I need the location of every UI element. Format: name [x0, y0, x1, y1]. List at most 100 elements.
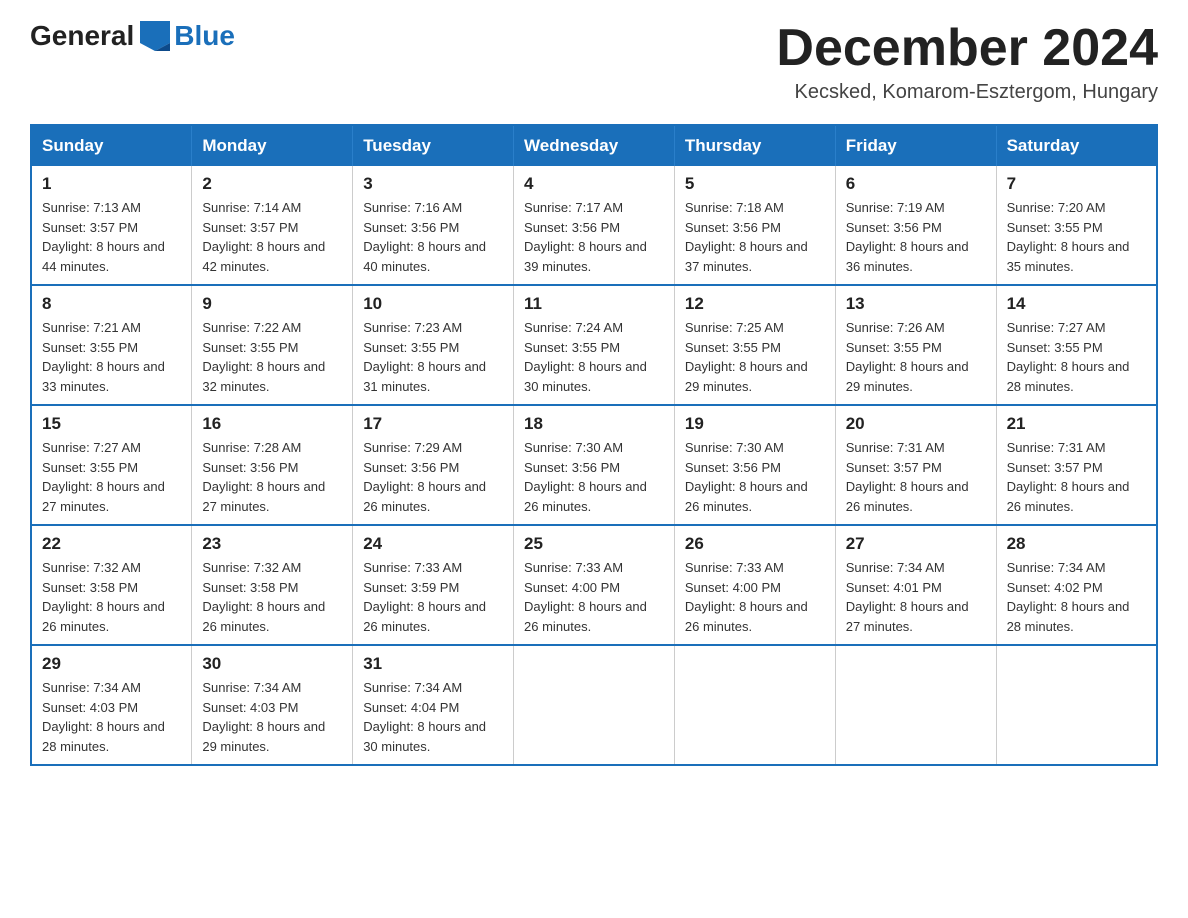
day-cell: 21 Sunrise: 7:31 AMSunset: 3:57 PMDaylig… [996, 405, 1157, 525]
day-number: 18 [524, 414, 664, 434]
week-row-5: 29 Sunrise: 7:34 AMSunset: 4:03 PMDaylig… [31, 645, 1157, 765]
day-info: Sunrise: 7:24 AMSunset: 3:55 PMDaylight:… [524, 320, 647, 394]
day-number: 3 [363, 174, 503, 194]
day-cell: 25 Sunrise: 7:33 AMSunset: 4:00 PMDaylig… [514, 525, 675, 645]
day-number: 28 [1007, 534, 1146, 554]
day-cell: 24 Sunrise: 7:33 AMSunset: 3:59 PMDaylig… [353, 525, 514, 645]
day-cell: 4 Sunrise: 7:17 AMSunset: 3:56 PMDayligh… [514, 166, 675, 285]
day-info: Sunrise: 7:18 AMSunset: 3:56 PMDaylight:… [685, 200, 808, 274]
calendar-table: Sunday Monday Tuesday Wednesday Thursday… [30, 124, 1158, 766]
day-info: Sunrise: 7:27 AMSunset: 3:55 PMDaylight:… [1007, 320, 1130, 394]
day-cell: 22 Sunrise: 7:32 AMSunset: 3:58 PMDaylig… [31, 525, 192, 645]
col-wednesday: Wednesday [514, 125, 675, 166]
day-info: Sunrise: 7:33 AMSunset: 3:59 PMDaylight:… [363, 560, 486, 634]
day-info: Sunrise: 7:16 AMSunset: 3:56 PMDaylight:… [363, 200, 486, 274]
day-cell: 15 Sunrise: 7:27 AMSunset: 3:55 PMDaylig… [31, 405, 192, 525]
day-cell: 20 Sunrise: 7:31 AMSunset: 3:57 PMDaylig… [835, 405, 996, 525]
day-number: 9 [202, 294, 342, 314]
day-cell [514, 645, 675, 765]
day-number: 1 [42, 174, 181, 194]
day-info: Sunrise: 7:23 AMSunset: 3:55 PMDaylight:… [363, 320, 486, 394]
logo-text-general: General [30, 20, 134, 52]
day-number: 29 [42, 654, 181, 674]
day-cell: 16 Sunrise: 7:28 AMSunset: 3:56 PMDaylig… [192, 405, 353, 525]
header-row: Sunday Monday Tuesday Wednesday Thursday… [31, 125, 1157, 166]
day-info: Sunrise: 7:33 AMSunset: 4:00 PMDaylight:… [685, 560, 808, 634]
col-sunday: Sunday [31, 125, 192, 166]
day-cell [835, 645, 996, 765]
col-saturday: Saturday [996, 125, 1157, 166]
subtitle: Kecsked, Komarom-Esztergom, Hungary [776, 81, 1158, 104]
day-cell: 10 Sunrise: 7:23 AMSunset: 3:55 PMDaylig… [353, 285, 514, 405]
day-info: Sunrise: 7:17 AMSunset: 3:56 PMDaylight:… [524, 200, 647, 274]
day-number: 7 [1007, 174, 1146, 194]
day-number: 4 [524, 174, 664, 194]
week-row-1: 1 Sunrise: 7:13 AMSunset: 3:57 PMDayligh… [31, 166, 1157, 285]
day-info: Sunrise: 7:26 AMSunset: 3:55 PMDaylight:… [846, 320, 969, 394]
logo-icon [140, 21, 170, 51]
logo: General Blue [30, 20, 235, 52]
day-info: Sunrise: 7:25 AMSunset: 3:55 PMDaylight:… [685, 320, 808, 394]
day-number: 11 [524, 294, 664, 314]
day-cell: 5 Sunrise: 7:18 AMSunset: 3:56 PMDayligh… [674, 166, 835, 285]
day-cell: 23 Sunrise: 7:32 AMSunset: 3:58 PMDaylig… [192, 525, 353, 645]
day-info: Sunrise: 7:32 AMSunset: 3:58 PMDaylight:… [42, 560, 165, 634]
day-cell: 8 Sunrise: 7:21 AMSunset: 3:55 PMDayligh… [31, 285, 192, 405]
day-number: 17 [363, 414, 503, 434]
day-info: Sunrise: 7:19 AMSunset: 3:56 PMDaylight:… [846, 200, 969, 274]
day-cell: 29 Sunrise: 7:34 AMSunset: 4:03 PMDaylig… [31, 645, 192, 765]
col-thursday: Thursday [674, 125, 835, 166]
logo-text-blue: Blue [174, 20, 235, 51]
day-number: 8 [42, 294, 181, 314]
day-info: Sunrise: 7:27 AMSunset: 3:55 PMDaylight:… [42, 440, 165, 514]
title-area: December 2024 Kecsked, Komarom-Esztergom… [776, 20, 1158, 104]
day-number: 2 [202, 174, 342, 194]
day-info: Sunrise: 7:21 AMSunset: 3:55 PMDaylight:… [42, 320, 165, 394]
day-cell: 6 Sunrise: 7:19 AMSunset: 3:56 PMDayligh… [835, 166, 996, 285]
day-cell: 7 Sunrise: 7:20 AMSunset: 3:55 PMDayligh… [996, 166, 1157, 285]
day-info: Sunrise: 7:34 AMSunset: 4:02 PMDaylight:… [1007, 560, 1130, 634]
day-cell: 9 Sunrise: 7:22 AMSunset: 3:55 PMDayligh… [192, 285, 353, 405]
week-row-2: 8 Sunrise: 7:21 AMSunset: 3:55 PMDayligh… [31, 285, 1157, 405]
day-info: Sunrise: 7:34 AMSunset: 4:03 PMDaylight:… [202, 680, 325, 754]
day-number: 6 [846, 174, 986, 194]
day-info: Sunrise: 7:20 AMSunset: 3:55 PMDaylight:… [1007, 200, 1130, 274]
col-monday: Monday [192, 125, 353, 166]
calendar-header: Sunday Monday Tuesday Wednesday Thursday… [31, 125, 1157, 166]
day-info: Sunrise: 7:34 AMSunset: 4:04 PMDaylight:… [363, 680, 486, 754]
day-cell: 17 Sunrise: 7:29 AMSunset: 3:56 PMDaylig… [353, 405, 514, 525]
day-number: 10 [363, 294, 503, 314]
col-friday: Friday [835, 125, 996, 166]
day-number: 19 [685, 414, 825, 434]
day-info: Sunrise: 7:28 AMSunset: 3:56 PMDaylight:… [202, 440, 325, 514]
day-info: Sunrise: 7:33 AMSunset: 4:00 PMDaylight:… [524, 560, 647, 634]
day-cell: 1 Sunrise: 7:13 AMSunset: 3:57 PMDayligh… [31, 166, 192, 285]
day-number: 12 [685, 294, 825, 314]
day-number: 22 [42, 534, 181, 554]
day-info: Sunrise: 7:30 AMSunset: 3:56 PMDaylight:… [685, 440, 808, 514]
day-cell: 14 Sunrise: 7:27 AMSunset: 3:55 PMDaylig… [996, 285, 1157, 405]
day-number: 26 [685, 534, 825, 554]
day-cell: 30 Sunrise: 7:34 AMSunset: 4:03 PMDaylig… [192, 645, 353, 765]
day-number: 14 [1007, 294, 1146, 314]
day-info: Sunrise: 7:14 AMSunset: 3:57 PMDaylight:… [202, 200, 325, 274]
day-cell: 18 Sunrise: 7:30 AMSunset: 3:56 PMDaylig… [514, 405, 675, 525]
day-cell: 26 Sunrise: 7:33 AMSunset: 4:00 PMDaylig… [674, 525, 835, 645]
week-row-3: 15 Sunrise: 7:27 AMSunset: 3:55 PMDaylig… [31, 405, 1157, 525]
day-cell: 12 Sunrise: 7:25 AMSunset: 3:55 PMDaylig… [674, 285, 835, 405]
day-cell: 31 Sunrise: 7:34 AMSunset: 4:04 PMDaylig… [353, 645, 514, 765]
day-cell [674, 645, 835, 765]
day-cell: 3 Sunrise: 7:16 AMSunset: 3:56 PMDayligh… [353, 166, 514, 285]
day-cell: 28 Sunrise: 7:34 AMSunset: 4:02 PMDaylig… [996, 525, 1157, 645]
day-number: 30 [202, 654, 342, 674]
day-number: 16 [202, 414, 342, 434]
day-info: Sunrise: 7:31 AMSunset: 3:57 PMDaylight:… [846, 440, 969, 514]
day-number: 31 [363, 654, 503, 674]
day-info: Sunrise: 7:34 AMSunset: 4:01 PMDaylight:… [846, 560, 969, 634]
day-info: Sunrise: 7:32 AMSunset: 3:58 PMDaylight:… [202, 560, 325, 634]
day-cell: 19 Sunrise: 7:30 AMSunset: 3:56 PMDaylig… [674, 405, 835, 525]
calendar-body: 1 Sunrise: 7:13 AMSunset: 3:57 PMDayligh… [31, 166, 1157, 765]
day-info: Sunrise: 7:31 AMSunset: 3:57 PMDaylight:… [1007, 440, 1130, 514]
header: General Blue December 2024 Kecsked, Koma… [30, 20, 1158, 104]
day-info: Sunrise: 7:34 AMSunset: 4:03 PMDaylight:… [42, 680, 165, 754]
